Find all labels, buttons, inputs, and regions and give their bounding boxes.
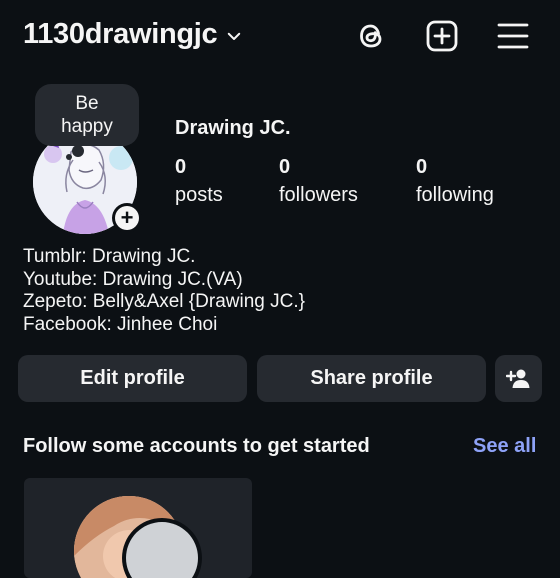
note-bubble-tail [72, 145, 84, 157]
stat-followers-count: 0 [279, 156, 291, 178]
threads-icon[interactable] [353, 18, 389, 54]
new-post-icon[interactable] [424, 18, 460, 54]
stat-following[interactable]: 0 following [416, 154, 494, 210]
display-name: Drawing JC. [175, 117, 291, 139]
stat-posts-count: 0 [175, 156, 187, 178]
see-all-link[interactable]: See all [473, 435, 536, 458]
plus-icon: + [115, 206, 139, 230]
bio-line: Facebook: Jinhee Choi [23, 313, 218, 335]
stat-followers[interactable]: 0 followers [279, 154, 358, 210]
share-profile-button[interactable]: Share profile [257, 355, 486, 402]
bio: Tumblr: Drawing JC. Youtube: Drawing JC.… [23, 246, 305, 336]
note-line-2: happy [61, 116, 113, 137]
bio-line: Zepeto: Belly&Axel {Drawing JC.} [23, 291, 305, 312]
stat-following-label: following [416, 184, 494, 206]
stat-posts-label: posts [175, 184, 223, 206]
stat-posts[interactable]: 0 posts [175, 154, 223, 210]
edit-profile-button[interactable]: Edit profile [18, 355, 247, 402]
stat-following-count: 0 [416, 156, 428, 178]
chevron-down-icon [228, 32, 241, 40]
profile-header: 1130drawingjc [0, 0, 560, 76]
suggested-avatar-photo-secondary [126, 522, 198, 578]
suggested-account-card[interactable] [24, 478, 252, 578]
note-line-1: Be [75, 93, 99, 114]
add-person-icon [505, 369, 529, 388]
stat-followers-label: followers [279, 184, 358, 206]
discover-people-button[interactable] [495, 355, 542, 402]
note-bubble[interactable]: Be happy [35, 84, 139, 146]
username: 1130drawingjc [23, 18, 218, 50]
add-story-button[interactable]: + [112, 203, 142, 233]
bio-line: Tumblr: Drawing JC. [23, 246, 196, 267]
menu-icon[interactable] [495, 18, 531, 54]
note-bubble-tail-small [66, 154, 72, 160]
username-switcher[interactable]: 1130drawingjc [23, 18, 243, 51]
bio-line: Youtube: Drawing JC.(VA) [23, 268, 243, 290]
suggestions-title: Follow some accounts to get started [23, 435, 370, 457]
